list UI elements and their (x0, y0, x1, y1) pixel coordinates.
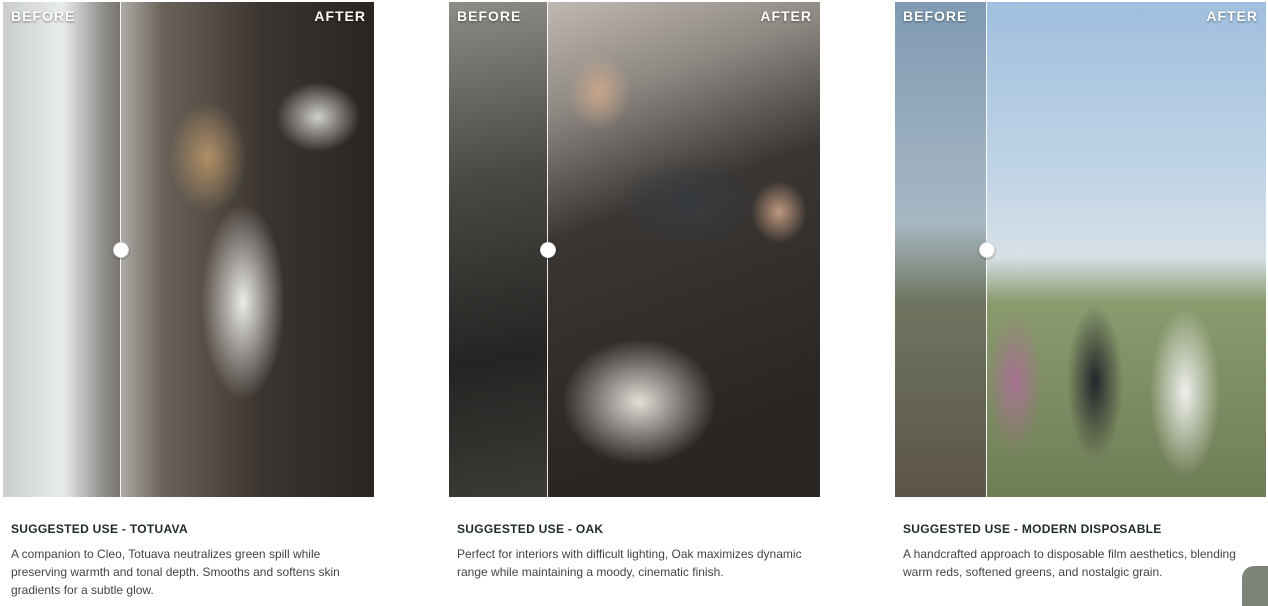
before-after-slider[interactable]: BEFORE AFTER (449, 2, 820, 497)
preset-card-totuava: BEFORE AFTER SUGGESTED USE - TOTUAVA A c… (3, 2, 374, 599)
preset-card-oak: BEFORE AFTER SUGGESTED USE - OAK Perfect… (449, 2, 820, 581)
card-description: Perfect for interiors with difficult lig… (457, 547, 802, 579)
card-description: A companion to Cleo, Totuava neutralizes… (11, 547, 340, 597)
before-photo (3, 2, 120, 497)
after-label: AFTER (314, 8, 366, 24)
before-after-slider[interactable]: BEFORE AFTER (895, 2, 1266, 497)
card-description: A handcrafted approach to disposable fil… (903, 547, 1236, 579)
card-title: SUGGESTED USE - OAK (457, 522, 604, 536)
before-photo (895, 2, 986, 497)
card-title: SUGGESTED USE - TOTUAVA (11, 522, 188, 536)
preset-card-modern-disposable: BEFORE AFTER SUGGESTED USE - MODERN DISP… (895, 2, 1266, 581)
slider-handle[interactable] (978, 242, 995, 258)
before-label: BEFORE (903, 8, 968, 24)
chat-widget-button[interactable] (1242, 566, 1268, 606)
after-label: AFTER (1206, 8, 1258, 24)
before-label: BEFORE (457, 8, 522, 24)
before-after-slider[interactable]: BEFORE AFTER (3, 2, 374, 497)
slider-handle[interactable] (112, 242, 129, 258)
card-title: SUGGESTED USE - MODERN DISPOSABLE (903, 522, 1162, 536)
before-photo (449, 2, 548, 497)
after-label: AFTER (760, 8, 812, 24)
before-label: BEFORE (11, 8, 76, 24)
